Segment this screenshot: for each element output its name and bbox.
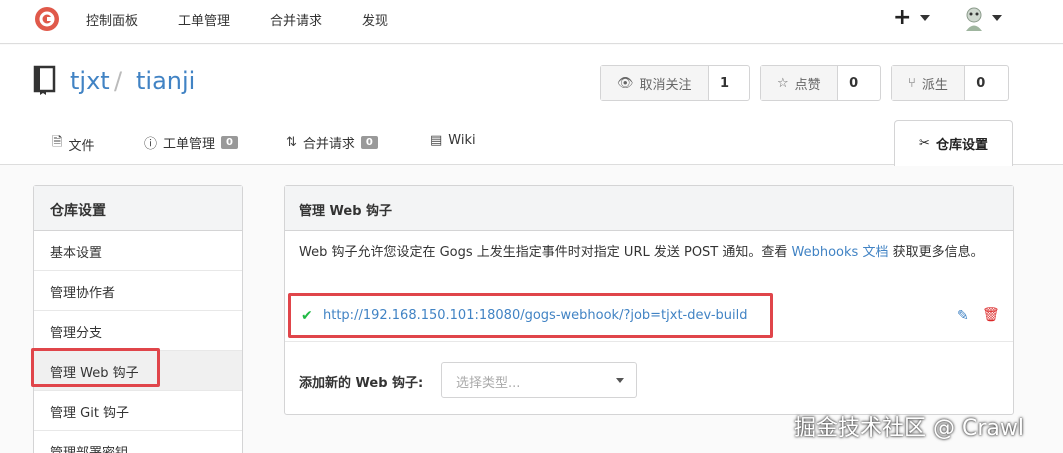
sidebar-item-collaborators[interactable]: 管理协作者 xyxy=(34,271,242,311)
gogs-logo-icon[interactable] xyxy=(34,6,60,32)
nav-dashboard[interactable]: 控制面板 xyxy=(86,10,138,29)
settings-sidebar: 仓库设置 基本设置 管理协作者 管理分支 管理 Web 钩子 管理 Git 钩子… xyxy=(33,185,243,453)
star-button[interactable]: ☆ 点赞 0 xyxy=(760,65,881,101)
desc-text-tail: 获取更多信息。 xyxy=(888,245,984,260)
fork-button[interactable]: ⑂ 派生 0 xyxy=(891,65,1009,101)
fork-icon: ⑂ xyxy=(908,75,916,91)
sidebar-item-git-hooks[interactable]: 管理 Git 钩子 xyxy=(34,391,242,431)
webhook-type-select[interactable]: 选择类型... xyxy=(441,362,637,398)
tab-settings[interactable]: ✂ 仓库设置 xyxy=(894,120,1013,166)
repo-owner-link[interactable]: tjxt xyxy=(70,67,110,95)
watch-label: 取消关注 xyxy=(639,77,692,93)
trash-icon[interactable]: 🗑 xyxy=(982,307,1000,323)
sidebar-title: 仓库设置 xyxy=(34,186,242,231)
fork-label: 派生 xyxy=(921,77,948,93)
nav-pulls[interactable]: 合并请求 xyxy=(270,10,322,29)
file-icon: 🗎 xyxy=(52,135,63,150)
sidebar-item-branches[interactable]: 管理分支 xyxy=(34,311,242,351)
eye-icon: 👁 xyxy=(617,75,634,91)
repo-book-icon xyxy=(33,65,56,95)
issues-count-badge: 0 xyxy=(221,136,238,149)
star-icon: ☆ xyxy=(777,75,789,91)
pulls-count-badge: 0 xyxy=(360,136,378,149)
tab-wiki-label: Wiki xyxy=(448,133,476,148)
repo-separator: / xyxy=(114,67,123,95)
fork-count[interactable]: 0 xyxy=(965,66,997,100)
desc-text: Web 钩子允许您设定在 Gogs 上发生指定事件时对指定 URL 发送 POS… xyxy=(299,245,792,260)
panel-title: 管理 Web 钩子 xyxy=(285,186,1013,231)
star-label: 点赞 xyxy=(794,77,821,93)
star-label-wrap: ☆ 点赞 xyxy=(761,66,838,100)
sidebar-item-options[interactable]: 基本设置 xyxy=(34,231,242,271)
watch-button[interactable]: 👁 取消关注 1 xyxy=(600,65,750,101)
tools-icon: ✂ xyxy=(919,136,930,151)
pull-request-icon: ⇅ xyxy=(286,135,297,150)
webhook-highlight-box xyxy=(288,293,773,338)
user-dropdown-caret-icon[interactable] xyxy=(992,15,1002,21)
fork-label-wrap: ⑂ 派生 xyxy=(892,66,965,100)
add-webhook-label: 添加新的 Web 钩子: xyxy=(299,376,424,391)
top-navbar: 控制面板 工单管理 合并请求 发现 + xyxy=(0,0,1063,44)
panel-description: Web 钩子允许您设定在 Gogs 上发生指定事件时对指定 URL 发送 POS… xyxy=(299,242,999,263)
tab-issues-label: 工单管理 xyxy=(163,137,216,152)
user-avatar[interactable] xyxy=(962,6,986,32)
watch-label-wrap: 👁 取消关注 xyxy=(601,66,709,100)
tab-files-label: 文件 xyxy=(68,138,95,154)
tab-issues[interactable]: ⓘ 工单管理 0 xyxy=(144,133,238,152)
tab-pulls-label: 合并请求 xyxy=(302,137,355,152)
create-new-icon[interactable]: + xyxy=(893,5,911,30)
issue-icon: ⓘ xyxy=(144,137,158,152)
repo-name-link[interactable]: tianji xyxy=(136,67,195,95)
nav-issues[interactable]: 工单管理 xyxy=(178,10,230,29)
chevron-down-icon xyxy=(616,378,624,383)
tab-wiki[interactable]: ▤ Wiki xyxy=(430,133,476,148)
webhooks-docs-link[interactable]: Webhooks 文档 xyxy=(792,245,889,260)
tab-pulls[interactable]: ⇅ 合并请求 0 xyxy=(286,133,378,152)
select-placeholder: 选择类型... xyxy=(456,376,521,391)
wiki-book-icon: ▤ xyxy=(430,133,443,148)
create-dropdown-caret-icon[interactable] xyxy=(920,15,930,21)
sidebar-item-deploy-keys[interactable]: 管理部署密钥 xyxy=(34,431,242,453)
repo-header: tjxt / tianji 👁 取消关注 1 ☆ 点赞 0 ⑂ 派生 0 🗎 文件 ⓘ… xyxy=(0,45,1063,166)
star-count[interactable]: 0 xyxy=(838,66,870,100)
nav-explore[interactable]: 发现 xyxy=(362,10,388,29)
tab-settings-label: 仓库设置 xyxy=(935,138,988,153)
webhooks-highlight-box xyxy=(31,348,160,387)
tab-files[interactable]: 🗎 文件 xyxy=(52,133,94,155)
watermark: 掘金技术社区 @ Crawl xyxy=(794,416,1024,441)
watch-count[interactable]: 1 xyxy=(709,66,741,100)
pencil-icon[interactable]: ✎ xyxy=(957,308,969,324)
